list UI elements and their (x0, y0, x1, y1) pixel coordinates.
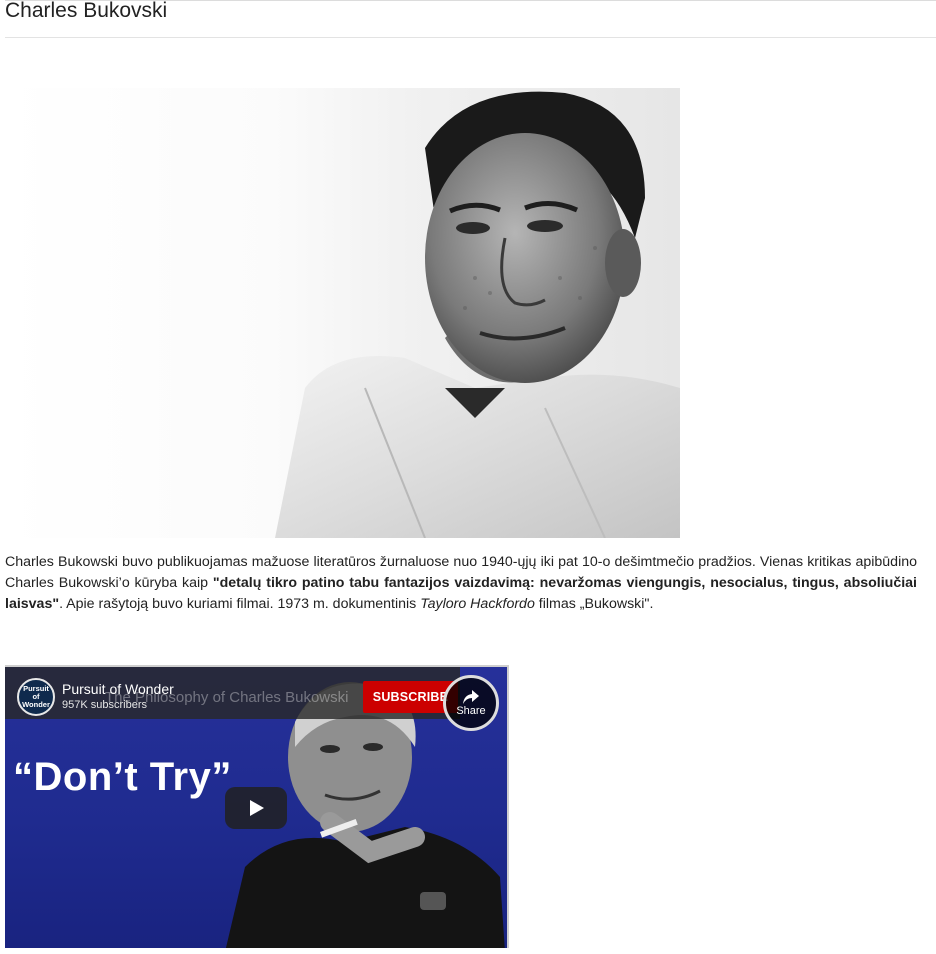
title-divider (5, 37, 936, 38)
article-paragraph: Charles Bukowski buvo publikuojamas mažu… (5, 552, 917, 615)
author-photo (5, 88, 680, 538)
article-text-part2: . Apie rašytoją buvo kuriami filmai. 197… (59, 596, 421, 612)
subscriber-count: 957K subscribers (62, 699, 147, 711)
article-text-part3: filmas „Bukowski". (534, 596, 654, 612)
channel-avatar[interactable]: Pursuit of Wonder (17, 678, 55, 716)
director-name: Tayloro Hackfordo (420, 596, 535, 612)
thumbnail-headline: “Don’t Try” (13, 755, 232, 799)
page-title: Charles Bukovski (5, 0, 168, 22)
video-embed[interactable]: “Don’t Try” The Philosophy of Charles Bu… (5, 665, 509, 948)
share-icon (463, 690, 479, 704)
play-button[interactable] (225, 787, 287, 829)
play-icon (250, 800, 264, 816)
channel-name[interactable]: Pursuit of Wonder (62, 681, 174, 697)
share-label: Share (456, 705, 486, 717)
share-button[interactable]: Share (443, 675, 499, 731)
